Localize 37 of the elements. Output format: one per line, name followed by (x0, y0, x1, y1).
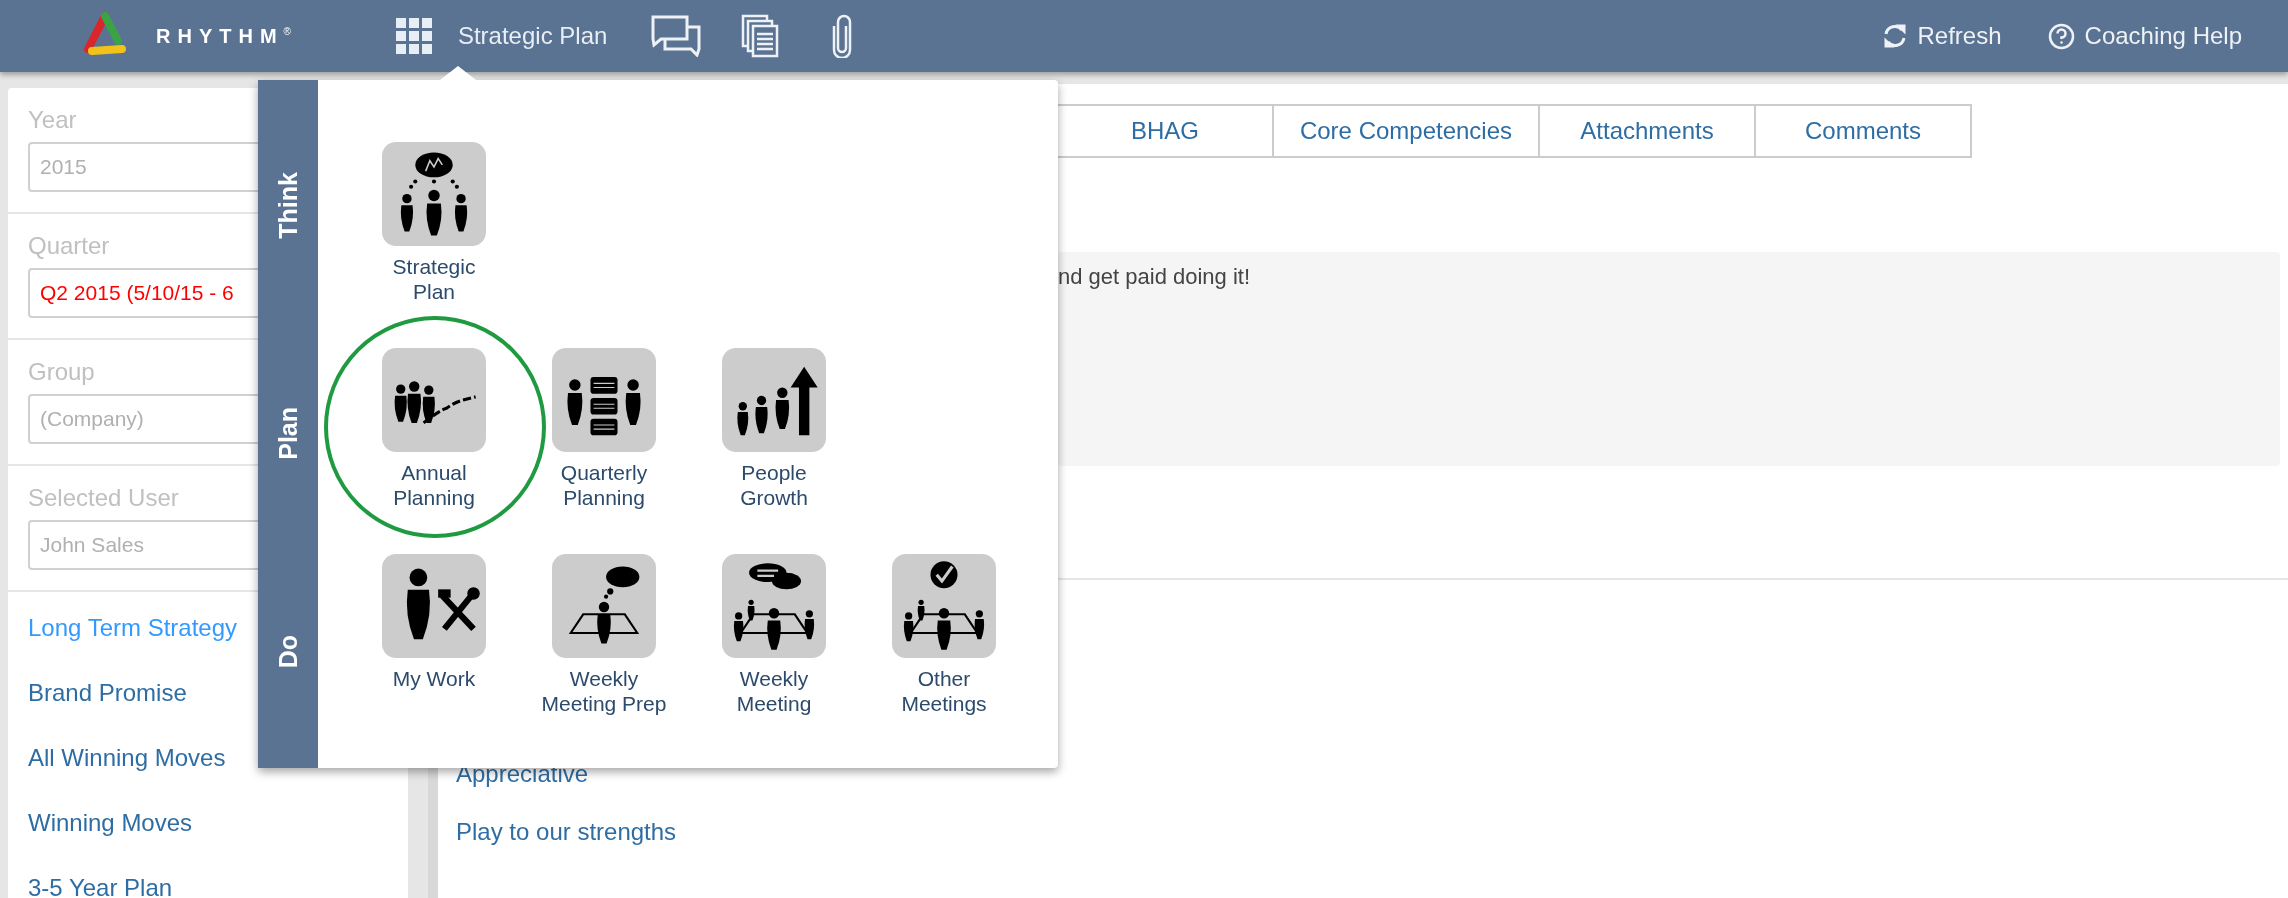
refresh-button[interactable]: Refresh (1881, 22, 2002, 50)
menu-item[interactable]: Other Meetings (892, 554, 996, 717)
help-button[interactable]: Coaching Help (2047, 22, 2242, 50)
person-thought-icon (552, 554, 656, 658)
value-link[interactable]: Appreciative (456, 760, 2288, 788)
summary-text: nd get paid doing it! (1058, 264, 1251, 289)
meeting-speech-icon (722, 554, 826, 658)
people-calendar-icon (552, 348, 656, 452)
section-label: Do (273, 635, 303, 669)
documents-icon[interactable] (741, 14, 780, 58)
tab[interactable]: Attachments (1538, 104, 1756, 158)
field-label: Group (28, 358, 96, 386)
people-path-icon (382, 348, 486, 452)
menu-item[interactable]: Strategic Plan (382, 142, 486, 305)
sidebar-link[interactable]: 3-5 Year Plan (28, 874, 388, 898)
sidebar-link[interactable]: All Winning Moves (28, 744, 388, 772)
grid-icon[interactable] (395, 18, 432, 54)
help-icon (2047, 22, 2075, 50)
tab[interactable]: BHAG (1056, 104, 1274, 158)
paperclip-icon[interactable] (831, 14, 854, 58)
sidebar-link[interactable]: Winning Moves (28, 809, 388, 837)
meeting-check-icon (892, 554, 996, 658)
brand-name: RHYTHM$^{®}$ (156, 24, 291, 48)
value-link[interactable]: Play to our strengths (456, 818, 2288, 846)
tab[interactable]: Comments (1754, 104, 1972, 158)
menu-item[interactable]: Weekly Meeting Prep (541, 554, 667, 717)
menu-item[interactable]: Weekly Meeting (722, 554, 826, 717)
field-label: Year (28, 106, 78, 134)
module-button[interactable]: Strategic Plan (457, 22, 608, 50)
people-chart-icon (382, 142, 486, 246)
menu-item[interactable]: People Growth (722, 348, 826, 511)
field-label: Selected User (28, 484, 180, 512)
chat-icon[interactable] (651, 15, 702, 57)
tab[interactable]: Core Competencies (1272, 104, 1540, 158)
person-tools-icon (382, 554, 486, 658)
menu-item[interactable]: Annual Planning (382, 348, 486, 511)
menu-item[interactable]: Quarterly Planning (552, 348, 656, 511)
